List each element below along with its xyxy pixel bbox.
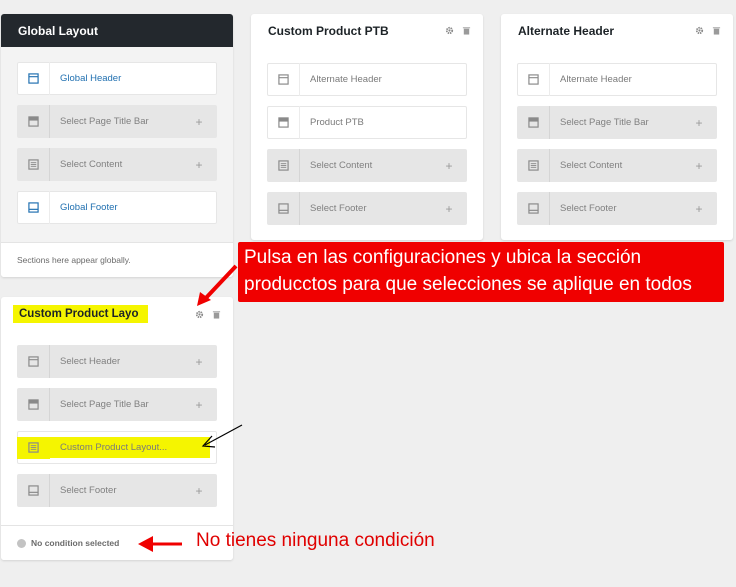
content-icon [267, 149, 300, 182]
custom-product-ptb-card: Custom Product PTB Alternate Header Prod… [251, 14, 483, 240]
custom-product-layout-body: Select Header + Select Page Title Bar + … [1, 331, 233, 525]
section-row-content[interactable]: Custom Product Layout... [17, 431, 217, 464]
section-row-content[interactable]: Select Content + [17, 148, 217, 181]
section-row-footer[interactable]: Select Footer + [267, 192, 467, 225]
alternate-header-card: Alternate Header Alternate Header Select… [501, 14, 733, 240]
card-title: Global Layout [18, 23, 99, 38]
gear-icon[interactable] [445, 26, 454, 35]
add-icon[interactable]: + [181, 158, 217, 172]
card-title: Custom Product Layo [13, 305, 149, 323]
custom-ptb-body: Alternate Header Product PTB Select Cont… [251, 47, 483, 225]
global-layout-card: Global Layout Global Header Select Page … [1, 14, 233, 277]
callout-text: Pulsa en las configuraciones y ubica la … [244, 247, 692, 295]
content-icon [17, 436, 50, 459]
add-icon[interactable]: + [681, 159, 717, 173]
condition-text: No condition selected [31, 538, 120, 548]
card-title: Alternate Header [518, 23, 615, 38]
section-label: Custom Product Layout... [50, 437, 210, 458]
title-bar-icon [517, 106, 550, 139]
section-row-header[interactable]: Alternate Header [267, 63, 467, 96]
section-row-header[interactable]: Select Header + [17, 345, 217, 378]
section-label: Select Footer [560, 203, 617, 214]
add-icon[interactable]: + [181, 484, 217, 498]
section-label: Select Footer [310, 203, 367, 214]
section-row-footer[interactable]: Global Footer [17, 191, 217, 224]
section-label: Select Page Title Bar [560, 117, 649, 128]
add-icon[interactable]: + [681, 202, 717, 216]
footer-icon [267, 192, 300, 225]
section-label: Select Header [60, 356, 121, 367]
settings-callout: Pulsa en las configuraciones y ubica la … [238, 242, 724, 302]
card-title: Custom Product PTB [268, 23, 389, 38]
section-row-footer[interactable]: Select Footer + [517, 192, 717, 225]
add-icon[interactable]: + [181, 355, 217, 369]
section-row-header[interactable]: Global Header [17, 62, 217, 95]
footer-text: Sections here appear globally. [17, 255, 131, 265]
custom-ptb-header: Custom Product PTB [251, 14, 483, 47]
section-label: Alternate Header [310, 74, 382, 85]
header-icon [517, 63, 550, 96]
section-row-content[interactable]: Select Content + [517, 149, 717, 182]
section-label: Global Header [60, 73, 122, 84]
add-icon[interactable]: + [681, 116, 717, 130]
gear-icon[interactable] [195, 310, 204, 319]
section-label: Select Page Title Bar [60, 399, 149, 410]
add-icon[interactable]: + [181, 398, 217, 412]
footer-icon [17, 191, 50, 224]
content-icon [517, 149, 550, 182]
section-label: Select Page Title Bar [60, 116, 149, 127]
section-label: Product PTB [310, 117, 364, 128]
custom-product-layout-header: Custom Product Layo [1, 297, 233, 331]
header-icon [267, 63, 300, 96]
global-layout-header: Global Layout [1, 14, 233, 47]
add-icon[interactable]: + [431, 202, 467, 216]
section-label: Select Content [60, 159, 123, 170]
content-icon [17, 148, 50, 181]
info-icon [17, 538, 26, 548]
section-row-header[interactable]: Alternate Header [517, 63, 717, 96]
custom-product-layout-card: Custom Product Layo Select Header + Sele… [1, 297, 233, 560]
trash-icon[interactable] [462, 26, 471, 35]
title-bar-icon [17, 388, 50, 421]
footer-icon [517, 192, 550, 225]
alternate-header-body: Alternate Header Select Page Title Bar +… [501, 47, 733, 225]
alternate-header-head: Alternate Header [501, 14, 733, 47]
section-row-content[interactable]: Select Content + [267, 149, 467, 182]
add-icon[interactable]: + [181, 115, 217, 129]
section-label: Select Content [310, 160, 373, 171]
header-icon [17, 62, 50, 95]
header-icon [17, 345, 50, 378]
section-label: Global Footer [60, 202, 118, 213]
section-row-title-bar[interactable]: Product PTB [267, 106, 467, 139]
trash-icon[interactable] [212, 310, 221, 319]
title-bar-icon [267, 106, 300, 139]
trash-icon[interactable] [712, 26, 721, 35]
add-icon[interactable]: + [431, 159, 467, 173]
section-row-title-bar[interactable]: Select Page Title Bar + [517, 106, 717, 139]
card-footer-note: Sections here appear globally. [1, 242, 233, 277]
no-condition-annotation: No tienes ninguna condición [196, 530, 435, 552]
gear-icon[interactable] [695, 26, 704, 35]
section-label: Select Footer [60, 485, 117, 496]
footer-icon [17, 474, 50, 507]
section-row-footer[interactable]: Select Footer + [17, 474, 217, 507]
annotation-text: No tienes ninguna condición [196, 530, 435, 551]
section-row-title-bar[interactable]: Select Page Title Bar + [17, 388, 217, 421]
section-label: Alternate Header [560, 74, 632, 85]
global-layout-body: Global Header Select Page Title Bar + Se… [1, 47, 233, 242]
section-row-title-bar[interactable]: Select Page Title Bar + [17, 105, 217, 138]
section-label: Select Content [560, 160, 623, 171]
title-bar-icon [17, 105, 50, 138]
